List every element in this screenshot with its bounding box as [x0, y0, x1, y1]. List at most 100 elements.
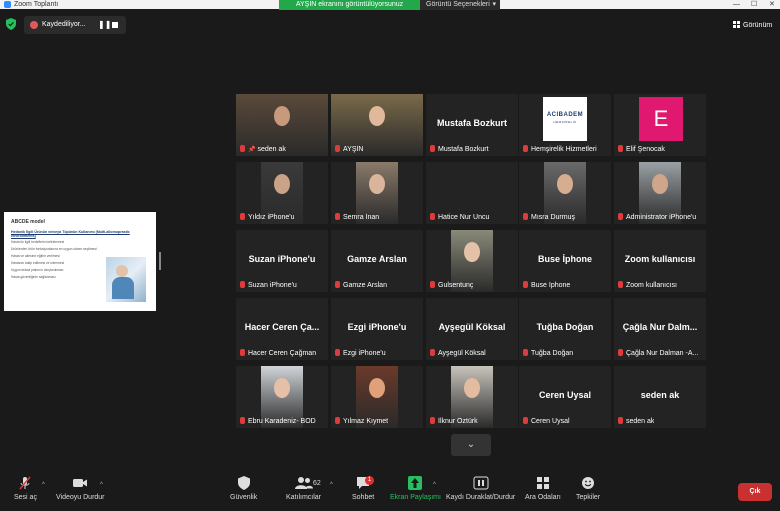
share-screen-button[interactable]: Ekran Paylaşımı — [390, 476, 441, 501]
shared-screen-thumbnail[interactable]: ABCDE model Hedonik İlgili Ürünün ve/vey… — [4, 212, 156, 311]
unmute-label: Sesi aç — [14, 494, 37, 501]
participant-tile[interactable]: Gulsentunç — [426, 230, 518, 292]
participant-name: Mustafa Bozkurt — [438, 146, 489, 153]
microphone-muted-icon — [335, 417, 340, 424]
participant-tile[interactable]: Semra İnan — [331, 162, 423, 224]
microphone-muted-icon — [618, 349, 623, 356]
participant-face — [652, 174, 668, 194]
participant-tile[interactable]: Ezgi iPhone'u Ezgi iPhone'u — [331, 298, 423, 360]
maximize-button[interactable]: ☐ — [751, 0, 757, 9]
participant-tile[interactable]: Suzan iPhone'u Suzan iPhone'u — [236, 230, 328, 292]
slide-line: Hasta güvenliğinin sağlanması — [11, 275, 56, 279]
participant-tile[interactable]: Hacer Ceren Ça... Hacer Ceren Çağman — [236, 298, 328, 360]
participant-name: Çağla Nur Dalman -A... — [626, 350, 699, 357]
participant-tile[interactable]: Administrator iPhone'u — [614, 162, 706, 224]
encryption-shield-icon[interactable] — [6, 18, 16, 30]
participant-tile[interactable]: ACIBADEM HEMŞİRELİK Hemşirelik Hizmetleri — [519, 94, 611, 156]
pause-recording-toolbar-button[interactable]: Kaydı Duraklat/Durdur — [446, 476, 515, 501]
video-options-caret[interactable]: ^ — [100, 482, 103, 488]
microphone-muted-icon — [430, 417, 435, 424]
participant-name-label: Yıldız iPhone'u — [240, 213, 294, 221]
participant-tile[interactable]: İlknur Öztürk — [426, 366, 518, 428]
participant-name-label: Mısra Durmuş — [523, 213, 575, 221]
participant-name: Ebru Karadeniz- BOD — [248, 418, 316, 425]
participant-face — [464, 242, 480, 262]
participant-tile[interactable]: Ceren Uysal Ceren Uysal — [519, 366, 611, 428]
participant-face — [369, 106, 385, 126]
participant-tile[interactable]: Yıldız iPhone'u — [236, 162, 328, 224]
microphone-muted-icon — [618, 145, 623, 152]
participant-tile[interactable]: Mısra Durmuş — [519, 162, 611, 224]
participant-name: Elif Şenocak — [626, 146, 665, 153]
shield-icon — [230, 476, 257, 490]
microphone-muted-icon — [523, 281, 528, 288]
participant-tile[interactable]: Çağla Nur Dalm... Çağla Nur Dalman -A... — [614, 298, 706, 360]
microphone-muted-icon — [523, 213, 528, 220]
close-button[interactable]: ✕ — [769, 0, 775, 9]
microphone-muted-icon — [618, 281, 623, 288]
pin-icon: 📌 — [248, 147, 256, 153]
participant-tile[interactable]: Ayşegül Köksal Ayşegül Köksal — [426, 298, 518, 360]
participant-tile[interactable]: Tuğba Doğan Tuğba Doğan — [519, 298, 611, 360]
slide-line: Hasta ve ailesine eğitim verilmesi — [11, 254, 60, 258]
participant-tile[interactable]: seden ak seden ak — [614, 366, 706, 428]
microphone-muted-icon — [523, 349, 528, 356]
share-screen-label: Ekran Paylaşımı — [390, 494, 441, 501]
panel-resize-handle[interactable] — [159, 252, 161, 270]
participant-name-label: AYŞİN — [335, 145, 364, 153]
participant-tile[interactable]: Yılmaz Kıymet — [331, 366, 423, 428]
unmute-button[interactable]: Sesi aç — [14, 476, 37, 501]
microphone-muted-icon — [335, 213, 340, 220]
participant-name-label: Çağla Nur Dalman -A... — [618, 349, 698, 357]
pause-recording-label: Kaydı Duraklat/Durdur — [446, 494, 516, 501]
security-button[interactable]: Güvenlik — [230, 476, 257, 501]
participant-tile[interactable]: Ebru Karadeniz- BOD — [236, 366, 328, 428]
stop-recording-button[interactable] — [112, 22, 118, 28]
pause-icon — [446, 476, 515, 490]
minimize-button[interactable]: — — [733, 0, 740, 9]
view-options-button[interactable]: Görüntü Seçenekleri ▾ — [420, 0, 500, 10]
participant-display-name: Zoom kullanıcısı — [624, 254, 696, 264]
participant-face — [274, 378, 290, 398]
participant-tile[interactable]: Gamze Arslan Gamze Arslan — [331, 230, 423, 292]
participant-face — [464, 378, 480, 398]
participant-name: Gulsentunç — [438, 282, 474, 289]
participant-name: Semra İnan — [343, 214, 380, 221]
participant-name: Ezgi iPhone'u — [343, 350, 386, 357]
next-page-button[interactable]: ⌄ — [451, 434, 491, 456]
participants-options-caret[interactable]: ^ — [330, 482, 333, 488]
share-options-caret[interactable]: ^ — [433, 482, 436, 488]
pause-recording-button[interactable]: ❚❚ — [98, 16, 111, 34]
participant-tile[interactable]: Buse İphone Buse İphone — [519, 230, 611, 292]
breakout-rooms-button[interactable]: Ara Odaları — [525, 476, 561, 501]
stop-video-button[interactable]: Videoyu Durdur — [56, 476, 105, 501]
view-button[interactable]: Görünüm — [733, 21, 772, 29]
participant-name: Yıldız iPhone'u — [248, 214, 295, 221]
participant-name-label: Hemşirelik Hizmetleri — [523, 145, 597, 153]
recording-label: Kaydediliyor... — [42, 21, 86, 28]
slide-line: Hastanın takip edilmesi ve izlenmesi — [11, 261, 65, 265]
participant-display-name: Mustafa Bozkurt — [436, 118, 507, 128]
microphone-muted-icon — [618, 213, 623, 220]
audio-options-caret[interactable]: ^ — [42, 482, 45, 488]
participant-display-name: seden ak — [640, 390, 680, 400]
participant-face — [557, 174, 573, 194]
participant-tile[interactable]: Hatice Nur Uncu — [426, 162, 518, 224]
microphone-muted-icon — [240, 417, 245, 424]
participant-name-label: Zoom kullanıcısı — [618, 281, 677, 289]
reactions-button[interactable]: Tepkiler — [576, 476, 600, 501]
grid-icon — [733, 21, 740, 28]
microphone-muted-icon — [618, 417, 623, 424]
recording-icon — [30, 21, 38, 29]
leave-meeting-button[interactable]: Çık — [738, 483, 772, 501]
participant-tile[interactable]: AYŞİN — [331, 94, 423, 156]
participant-tile[interactable]: Mustafa Bozkurt Mustafa Bozkurt — [426, 94, 518, 156]
participant-tile[interactable]: 📌 seden ak — [236, 94, 328, 156]
participant-display-name: Ayşegül Köksal — [438, 322, 506, 332]
participant-tile[interactable]: Zoom kullanıcısı Zoom kullanıcısı — [614, 230, 706, 292]
recording-indicator: Kaydediliyor... ❚❚ — [24, 16, 126, 34]
participant-tile[interactable]: E Elif Şenocak — [614, 94, 706, 156]
microphone-muted-icon — [430, 213, 435, 220]
microphone-muted-icon — [240, 145, 245, 152]
participant-name: seden ak — [626, 418, 655, 425]
